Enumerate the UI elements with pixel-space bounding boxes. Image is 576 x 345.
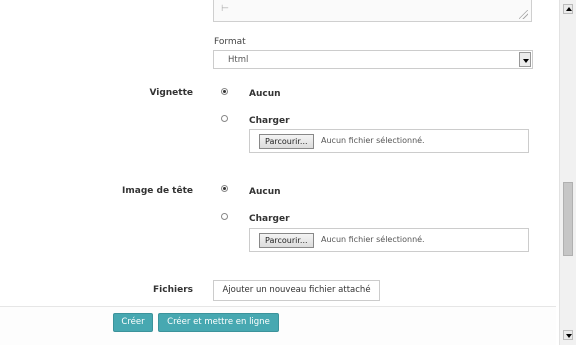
vignette-option-aucun: Aucun xyxy=(249,89,281,99)
files-label: Fichiers xyxy=(153,285,193,295)
header-image-browse-button[interactable]: Parcourir... xyxy=(259,233,314,248)
description-textarea[interactable]: ⊢ xyxy=(213,0,532,22)
format-select[interactable]: Html xyxy=(213,50,533,69)
vignette-file-input[interactable]: Parcourir... Aucun fichier sélectionné. xyxy=(249,129,529,153)
header-image-radio-charger[interactable] xyxy=(221,213,228,220)
scroll-down-icon[interactable] xyxy=(563,330,573,340)
scroll-up-icon[interactable] xyxy=(563,4,573,14)
format-label: Format xyxy=(214,37,246,47)
vertical-scrollbar[interactable] xyxy=(559,0,576,345)
header-image-file-status: Aucun fichier sélectionné. xyxy=(321,235,425,244)
text-cursor-icon: ⊢ xyxy=(221,4,229,14)
form-page: ⊢ Format Html Vignette Aucun Charger Par… xyxy=(0,0,576,345)
header-image-radio-aucun[interactable] xyxy=(221,185,228,192)
resize-grip-icon[interactable] xyxy=(519,10,528,19)
header-image-label: Image de tête xyxy=(122,186,193,196)
header-image-option-charger: Charger xyxy=(249,214,290,224)
scroll-thumb[interactable] xyxy=(563,182,573,256)
vignette-browse-button[interactable]: Parcourir... xyxy=(259,134,314,149)
create-publish-button[interactable]: Créer et mettre en ligne xyxy=(158,313,279,332)
format-selected-value: Html xyxy=(228,55,249,65)
vignette-radio-charger[interactable] xyxy=(221,115,228,122)
add-attachment-button[interactable]: Ajouter un nouveau fichier attaché xyxy=(213,280,380,301)
create-button[interactable]: Créer xyxy=(113,313,153,332)
vignette-option-charger: Charger xyxy=(249,116,290,126)
vignette-radio-aucun[interactable] xyxy=(221,88,228,95)
header-image-option-aucun: Aucun xyxy=(249,187,281,197)
chevron-down-icon[interactable] xyxy=(519,52,531,67)
header-image-file-input[interactable]: Parcourir... Aucun fichier sélectionné. xyxy=(249,228,529,252)
vignette-label: Vignette xyxy=(149,88,193,98)
vignette-file-status: Aucun fichier sélectionné. xyxy=(321,136,425,145)
